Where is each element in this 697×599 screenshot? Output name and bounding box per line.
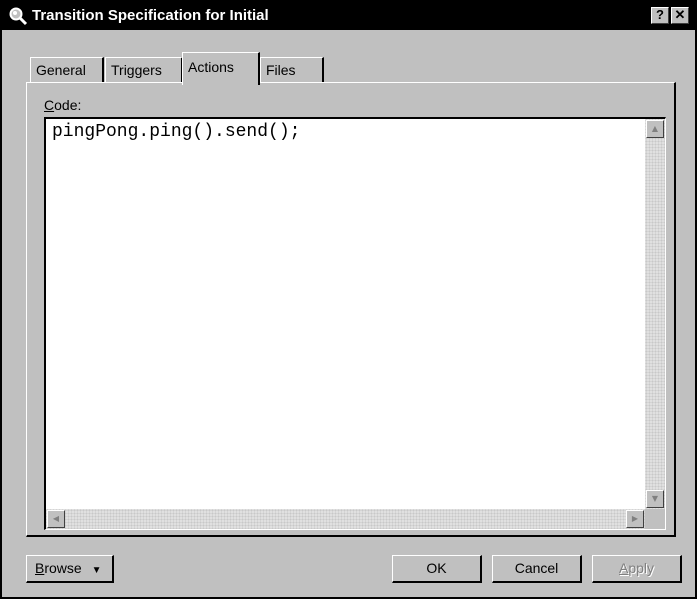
transition-specification-dialog: Transition Specification for Initial ? ✕…	[0, 0, 697, 599]
close-icon: ✕	[674, 7, 686, 22]
scrollbar-corner	[645, 509, 665, 529]
scroll-down-button[interactable]: ▼	[646, 490, 664, 508]
magnifier-icon	[8, 6, 28, 26]
tab-actions[interactable]: Actions	[182, 52, 260, 85]
ok-button[interactable]: OK	[392, 555, 482, 583]
scroll-right-button[interactable]: ▶	[626, 510, 644, 528]
code-text[interactable]: pingPong.ping().send();	[52, 122, 300, 142]
tab-general[interactable]: General	[30, 57, 104, 83]
scroll-up-button[interactable]: ▲	[646, 120, 664, 138]
arrow-up-icon: ▲	[651, 124, 659, 133]
tab-files[interactable]: Files	[260, 57, 324, 83]
browse-button[interactable]: Browse ▼	[26, 555, 114, 583]
apply-button[interactable]: Apply	[592, 555, 682, 583]
tab-triggers[interactable]: Triggers	[105, 57, 183, 83]
vertical-scrollbar[interactable]: ▲ ▼	[645, 119, 665, 509]
arrow-down-icon: ▼	[651, 494, 659, 503]
arrow-right-icon: ▶	[631, 514, 639, 523]
horizontal-scrollbar[interactable]: ◀ ▶	[46, 509, 645, 529]
arrow-left-icon: ◀	[52, 514, 60, 523]
code-editor[interactable]: pingPong.ping().send(); ▲ ▼ ◀ ▶	[44, 117, 666, 530]
code-label: Code:	[44, 97, 82, 113]
title-bar[interactable]: Transition Specification for Initial ? ✕	[2, 2, 695, 30]
close-button[interactable]: ✕	[671, 7, 689, 24]
scroll-left-button[interactable]: ◀	[47, 510, 65, 528]
window-title: Transition Specification for Initial	[32, 7, 269, 24]
help-button[interactable]: ?	[651, 7, 669, 24]
cancel-button[interactable]: Cancel	[492, 555, 582, 583]
caret-down-icon: ▼	[91, 565, 102, 576]
